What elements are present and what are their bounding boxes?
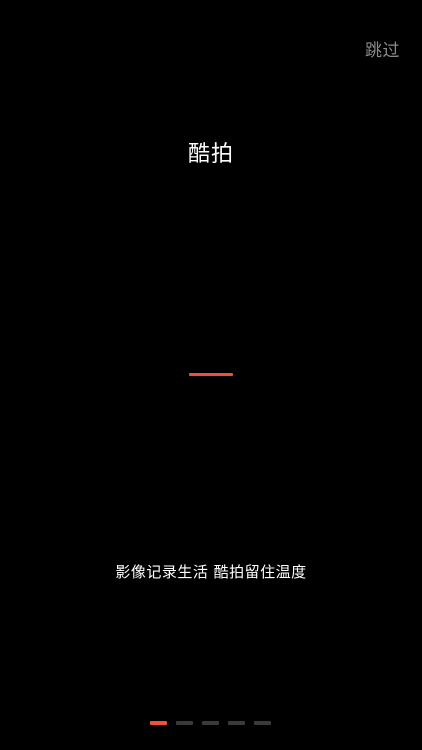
accent-divider bbox=[189, 373, 233, 376]
page-dot[interactable] bbox=[202, 721, 219, 725]
page-title: 酷拍 bbox=[187, 142, 234, 167]
page-dot-active[interactable] bbox=[150, 721, 167, 725]
page-indicator bbox=[150, 721, 274, 725]
tagline: 影像记录生活 酷拍留住温度 bbox=[115, 563, 307, 581]
onboarding-screen: 跳过 酷拍 影像记录生活 酷拍留住温度 bbox=[0, 0, 422, 750]
page-dot[interactable] bbox=[254, 721, 271, 725]
page-dot[interactable] bbox=[228, 721, 245, 725]
skip-button[interactable]: 跳过 bbox=[365, 36, 400, 61]
page-dot[interactable] bbox=[176, 721, 193, 725]
